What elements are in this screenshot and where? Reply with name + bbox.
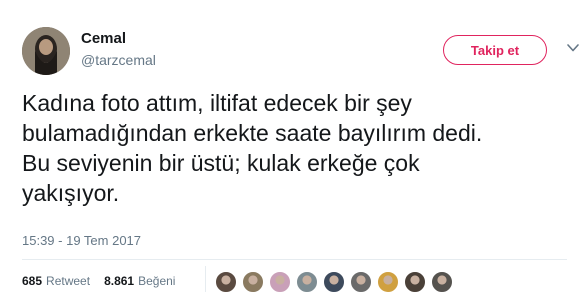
retweet-label[interactable]: Retweet bbox=[46, 274, 90, 288]
retweet-count[interactable]: 685 bbox=[22, 274, 42, 288]
like-label[interactable]: Beğeni bbox=[138, 274, 175, 288]
tweet-timestamp[interactable]: 15:39 - 19 Tem 2017 bbox=[22, 233, 141, 248]
tweet-text: Kadına foto attım, iltifat edecek bir şe… bbox=[22, 90, 483, 206]
liker-avatar[interactable] bbox=[377, 271, 399, 293]
liker-avatar[interactable] bbox=[215, 271, 237, 293]
user-handle[interactable]: @tarzcemal bbox=[81, 51, 156, 69]
liker-avatar[interactable] bbox=[431, 271, 453, 293]
liker-avatars bbox=[215, 271, 458, 293]
liker-avatar[interactable] bbox=[269, 271, 291, 293]
liker-avatar[interactable] bbox=[242, 271, 264, 293]
avatar[interactable] bbox=[22, 27, 70, 75]
tweet-stats: 685 Retweet 8.861 Beğeni bbox=[22, 274, 189, 288]
tweet-card: Cemal @tarzcemal Takip et Kadına foto at… bbox=[0, 0, 586, 307]
liker-avatar[interactable] bbox=[350, 271, 372, 293]
follow-button[interactable]: Takip et bbox=[443, 35, 547, 65]
liker-avatar[interactable] bbox=[296, 271, 318, 293]
liker-avatar[interactable] bbox=[404, 271, 426, 293]
stats-separator bbox=[205, 266, 206, 292]
author-block: Cemal @tarzcemal bbox=[81, 30, 156, 69]
display-name[interactable]: Cemal bbox=[81, 30, 156, 48]
chevron-down-icon[interactable] bbox=[566, 41, 580, 55]
liker-avatar[interactable] bbox=[323, 271, 345, 293]
divider bbox=[22, 259, 567, 260]
like-count[interactable]: 8.861 bbox=[104, 274, 134, 288]
